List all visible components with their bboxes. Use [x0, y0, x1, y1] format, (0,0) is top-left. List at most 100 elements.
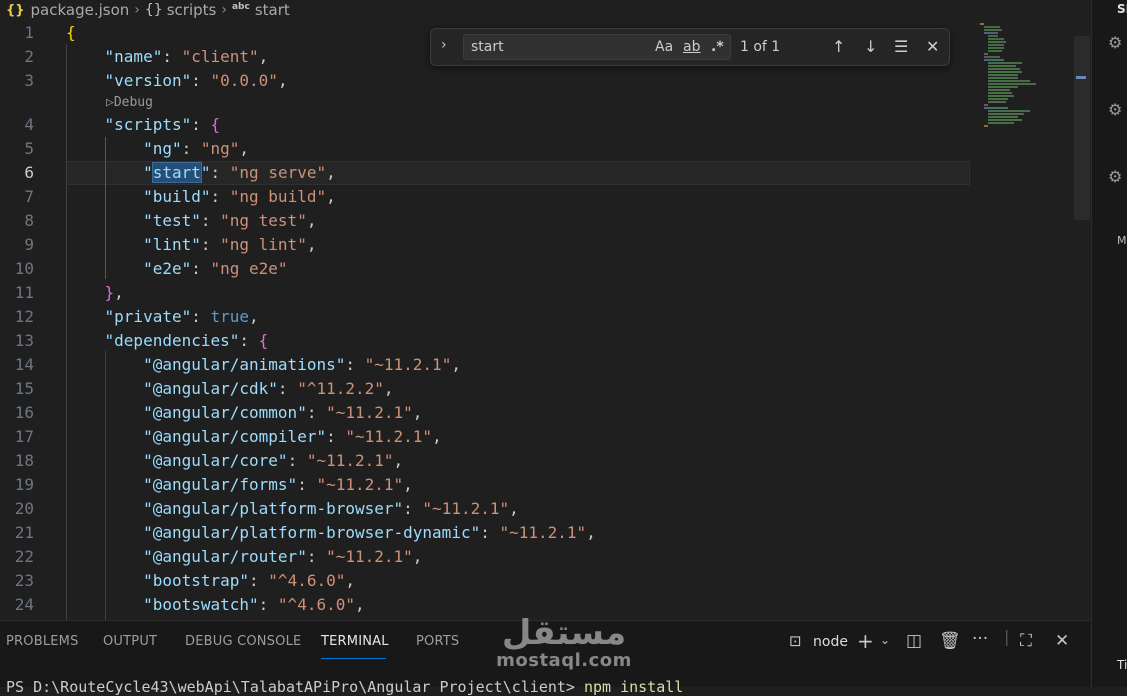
- code-token: "@angular/animations": [143, 355, 346, 374]
- code-text: "ng": "ng",: [66, 137, 249, 161]
- code-token: "~11.2.1": [326, 403, 413, 422]
- terminal-prompt: PS D:\RouteCycle43\webApi\TalabatAPiPro\…: [6, 678, 584, 696]
- code-token: "0.0.0": [210, 71, 278, 90]
- breadcrumb-item[interactable]: start: [255, 1, 290, 19]
- find-in-selection-icon[interactable]: ☰: [894, 37, 908, 56]
- breadcrumb-file[interactable]: package.json: [31, 1, 130, 19]
- code-line[interactable]: 7 "build": "ng build",: [0, 185, 1075, 209]
- line-number: 8: [24, 211, 34, 230]
- line-number: 10: [14, 259, 34, 278]
- terminal-instance-name[interactable]: node: [813, 634, 848, 650]
- openai-chat-icon[interactable]: ⚙: [1108, 167, 1122, 186]
- tab-output[interactable]: OUTPUT: [103, 634, 157, 649]
- line-number: 1: [24, 23, 34, 42]
- close-find-icon[interactable]: ✕: [926, 37, 939, 56]
- code-line[interactable]: 17 "@angular/compiler": "~11.2.1",: [0, 425, 1075, 449]
- breadcrumb-section[interactable]: scripts: [167, 1, 217, 19]
- line-number: 16: [14, 403, 34, 422]
- vertical-scrollbar[interactable]: [1074, 36, 1090, 220]
- tab-terminal[interactable]: TERMINAL: [321, 634, 389, 649]
- code-token: ,: [345, 571, 355, 590]
- code-line[interactable]: 14 "@angular/animations": "~11.2.1",: [0, 353, 1075, 377]
- maximize-panel-icon[interactable]: ⛶: [1020, 631, 1032, 651]
- code-line[interactable]: 16 "@angular/common": "~11.2.1",: [0, 401, 1075, 425]
- tab-problems[interactable]: PROBLEMS: [6, 634, 79, 649]
- close-panel-icon[interactable]: ✕: [1055, 631, 1069, 651]
- code-token: :: [200, 235, 221, 254]
- code-line[interactable]: 20 "@angular/platform-browser": "~11.2.1…: [0, 497, 1075, 521]
- openai-chat-icon[interactable]: ⚙: [1108, 33, 1122, 52]
- code-token: {: [210, 115, 221, 134]
- previous-match-arrow-up-icon[interactable]: ↑: [832, 37, 845, 56]
- code-token: "~11.2.1": [364, 355, 452, 374]
- code-line[interactable]: 8 "test": "ng test",: [0, 209, 1075, 233]
- code-token: "@angular/core": [143, 451, 288, 470]
- code-line[interactable]: 3 "version": "0.0.0",: [0, 69, 1075, 93]
- code-token: "^4.6.0": [277, 595, 355, 614]
- code-line[interactable]: 6 "start": "ng serve",: [0, 161, 1075, 185]
- find-result-count: 1 of 1: [740, 39, 781, 55]
- code-text: "@angular/core": "~11.2.1",: [66, 449, 403, 473]
- code-text: "private": true,: [66, 305, 259, 329]
- code-line[interactable]: 10 "e2e": "ng e2e": [0, 257, 1075, 281]
- code-token: ,: [326, 187, 336, 206]
- tab-ports[interactable]: PORTS: [416, 634, 459, 649]
- minimap[interactable]: [978, 20, 1058, 130]
- side-panel-title: SE: [1117, 2, 1127, 16]
- code-line[interactable]: 21 "@angular/platform-browser-dynamic": …: [0, 521, 1075, 545]
- whole-word-icon[interactable]: ab: [683, 39, 700, 55]
- code-token: "^4.6.0": [268, 571, 346, 590]
- code-line[interactable]: 22 "@angular/router": "~11.2.1",: [0, 545, 1075, 569]
- code-line[interactable]: 11 },: [0, 281, 1075, 305]
- code-token: "~11.2.1": [316, 475, 404, 494]
- line-number: 14: [14, 355, 34, 374]
- match-case-icon[interactable]: Aa: [655, 39, 673, 55]
- code-token: :: [306, 547, 327, 566]
- find-match-scroll-marker: [1076, 76, 1086, 79]
- code-token: :: [480, 523, 500, 542]
- code-text: "start": "ng serve",: [66, 161, 336, 185]
- code-text: },: [66, 281, 124, 305]
- chevron-down-icon[interactable]: ⌄: [880, 633, 890, 647]
- line-number: 7: [24, 187, 34, 206]
- code-line[interactable]: 23 "bootstrap": "^4.6.0",: [0, 569, 1075, 593]
- more-actions-icon[interactable]: ···: [972, 629, 988, 649]
- line-number: 4: [24, 115, 34, 134]
- terminal-icon: ⊡: [789, 632, 802, 650]
- code-line[interactable]: 12 "private": true,: [0, 305, 1075, 329]
- code-token: true: [210, 307, 250, 326]
- code-token: :: [326, 427, 346, 446]
- code-line[interactable]: 18 "@angular/core": "~11.2.1",: [0, 449, 1075, 473]
- code-line[interactable]: 15 "@angular/cdk": "^11.2.2",: [0, 377, 1075, 401]
- next-match-arrow-down-icon[interactable]: ↓: [864, 37, 877, 56]
- debug-codelens[interactable]: ▷Debug: [106, 95, 153, 110]
- trash-icon[interactable]: 🗑: [939, 631, 961, 651]
- code-line[interactable]: 13 "dependencies": {: [0, 329, 1075, 353]
- code-text: "lint": "ng lint",: [66, 233, 316, 257]
- code-token: "@angular/platform-browser-dynamic": [143, 523, 481, 542]
- terminal-output-line[interactable]: PS D:\RouteCycle43\webApi\TalabatAPiPro\…: [6, 678, 683, 696]
- toggle-replace-chevron-icon[interactable]: ›: [441, 37, 447, 53]
- openai-chat-icon[interactable]: ⚙: [1108, 100, 1122, 119]
- code-token: "^11.2.2": [297, 379, 384, 398]
- code-token: "dependencies": [104, 331, 240, 350]
- code-token: ,: [326, 163, 336, 182]
- code-token: :: [191, 307, 211, 326]
- code-token: "version": [104, 71, 192, 90]
- regex-icon[interactable]: .*: [711, 39, 724, 55]
- code-line[interactable]: 19 "@angular/forms": "~11.2.1",: [0, 473, 1075, 497]
- code-editor[interactable]: ▷Debug 1{2 "name": "client", 3 "version":…: [0, 20, 1090, 620]
- code-line[interactable]: 4 "scripts": {: [0, 113, 1075, 137]
- json-file-icon: {}: [6, 2, 25, 18]
- split-terminal-icon[interactable]: ◫: [906, 631, 922, 651]
- tab-debug-console[interactable]: DEBUG CONSOLE: [185, 634, 301, 649]
- find-input[interactable]: start Aa ab .*: [463, 34, 731, 60]
- code-line[interactable]: 5 "ng": "ng",: [0, 137, 1075, 161]
- code-line[interactable]: 9 "lint": "ng lint",: [0, 233, 1075, 257]
- code-text: "name": "client",: [66, 45, 269, 69]
- code-token: :: [277, 379, 298, 398]
- code-text: "bootstrap": "^4.6.0",: [66, 569, 355, 593]
- new-terminal-plus-icon[interactable]: +: [857, 629, 874, 653]
- code-text: "e2e": "ng e2e": [66, 257, 288, 281]
